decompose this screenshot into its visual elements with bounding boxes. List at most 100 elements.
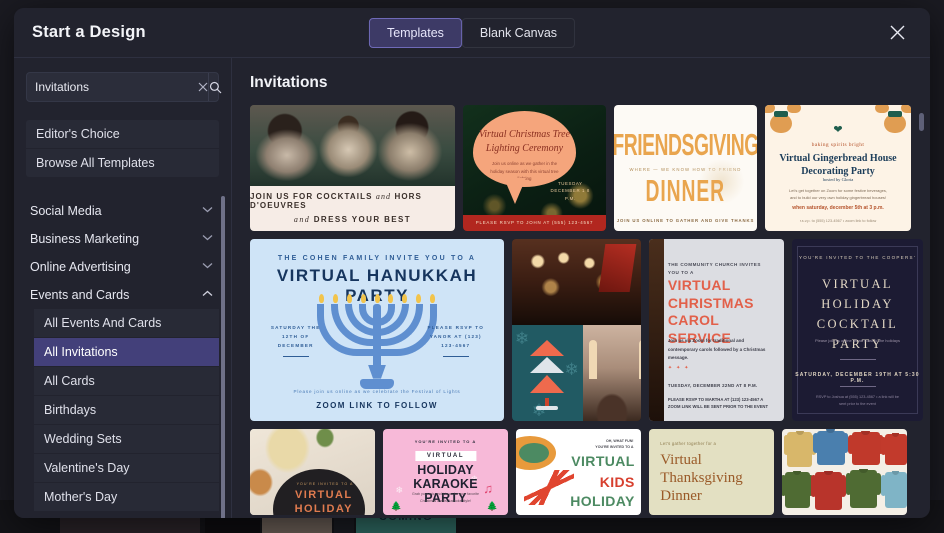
gingerbread-man-icon: [875, 105, 911, 138]
modal-header: Start a Design Templates Blank Canvas: [14, 8, 930, 58]
carol-title-2: CHRISTMAS: [667, 294, 754, 311]
template-card-holiday-cocktail-party[interactable]: YOU'RE INVITED TO THE COOPERS' VIRTUAL H…: [792, 239, 923, 421]
template-card-ugly-sweaters[interactable]: [782, 429, 907, 515]
vholiday-title-1: VIRTUAL: [295, 489, 353, 502]
heart-icon: ❤: [833, 124, 843, 137]
navy-body: Please join us online as we toast to the…: [815, 338, 900, 344]
search-icon[interactable]: [208, 73, 222, 101]
vholiday-title: VIRTUAL HOLIDAY: [278, 489, 371, 515]
sidebar-item-browse-all-templates[interactable]: Browse All Templates: [26, 149, 219, 177]
thanksgiving-title-2: Thanksgiving: [660, 469, 743, 486]
ornament-shape: [518, 442, 549, 464]
template-card-cocktails[interactable]: JOIN US FOR COCKTAILS and HORS D'OEUVRES…: [250, 105, 455, 231]
carol-title-1: VIRTUAL: [667, 277, 731, 294]
gingerbread-title-1: Virtual Gingerbread House: [779, 152, 897, 164]
close-icon[interactable]: [886, 22, 908, 44]
subcategory-list: All Events And Cards All Invitations All…: [26, 309, 219, 512]
snowflake-icon: ❄: [564, 360, 579, 380]
category-business-marketing[interactable]: Business Marketing: [26, 225, 219, 253]
template-row: THE COHEN FAMILY INVITE YOU TO A VIRTUAL…: [250, 239, 923, 421]
sidebar-item-birthdays[interactable]: Birthdays: [34, 396, 219, 425]
gingerbread-title: Virtual Gingerbread House Decorating Par…: [774, 152, 903, 178]
tree-lighting-title-1: Virtual Christmas Tree: [478, 129, 571, 141]
gingerbread-title-2: Decorating Party: [801, 165, 875, 177]
template-card-holiday-karaoke[interactable]: ❄ ❄ 🌲 🌲 YOU'RE INVITED TO A VIRTUAL HOLI…: [383, 429, 508, 515]
tree-lighting-bubble: Virtual Christmas Tree Lighting Ceremony…: [473, 111, 576, 204]
tab-blank-canvas[interactable]: Blank Canvas: [461, 17, 576, 48]
carol-dots: ✦✦✦: [667, 364, 693, 371]
sidebar-item-editors-choice[interactable]: Editor's Choice: [26, 120, 219, 149]
vholiday-title-2: HOLIDAY: [294, 502, 353, 515]
cocktails-caption: JOIN US FOR COCKTAILS and HORS D'OEUVRES…: [250, 185, 455, 231]
sidebar-item-mothers-day[interactable]: Mother's Day: [34, 483, 219, 512]
navy-title-3: COCKTAIL: [816, 316, 899, 331]
chevron-down-icon: [202, 206, 213, 216]
snowflake-icon: ❄: [531, 401, 547, 421]
sweater-icon: [782, 470, 813, 509]
hanukkah-kicker: THE COHEN FAMILY INVITE YOU TO A: [277, 255, 477, 263]
category-social-media[interactable]: Social Media: [26, 197, 219, 225]
cocktails-line2a: and: [293, 215, 311, 225]
template-card-carol-collage[interactable]: ❄ ❄ ❄: [512, 239, 641, 421]
template-card-tree-lighting[interactable]: Virtual Christmas Tree Lighting Ceremony…: [463, 105, 606, 231]
category-events-and-cards[interactable]: Events and Cards: [26, 281, 219, 309]
sidebar-item-all-cards[interactable]: All Cards: [34, 367, 219, 396]
navy-when: SATURDAY, DECEMBER 19TH AT 5:30 P.M.: [795, 371, 920, 384]
modal-body: Editor's Choice Browse All Templates Soc…: [14, 58, 930, 518]
sidebar-item-wedding-sets[interactable]: Wedding Sets: [34, 425, 219, 454]
karaoke-body: Grab your mic and join us for your favor…: [412, 492, 479, 503]
sidebar-item-valentines-day[interactable]: Valentine's Day: [34, 454, 219, 483]
tree-lighting-footer: PLEASE RSVP TO JOHN AT (555) 123-4567: [463, 214, 606, 231]
gingerbread-rsvp: r.s.v.p. to (555) 123-4567 • zoom link t…: [799, 219, 877, 224]
search-box: [26, 72, 222, 102]
cocktails-photo: [250, 105, 455, 186]
template-card-friendsgiving[interactable]: FRIENDSGIVING WHERE — WE KNOW HOW TO FRI…: [614, 105, 757, 231]
section-title: Invitations: [250, 74, 328, 91]
friendsgiving-title-2: DINNER: [645, 174, 726, 208]
choir-photo: [512, 239, 641, 325]
sidebar-item-all-invitations[interactable]: All Invitations: [34, 338, 219, 367]
thanksgiving-title: Virtual Thanksgiving Dinner: [660, 451, 764, 506]
template-row: YOU'RE INVITED TO A VIRTUAL HOLIDAY ❄ ❄ …: [250, 429, 908, 515]
template-browser: Invitations JOIN US FOR COCKTAILS and HO…: [232, 58, 930, 518]
hanukkah-note: Please join us online as we celebrate th…: [293, 388, 461, 394]
modal-tabs: Templates Blank Canvas: [368, 17, 576, 48]
tree-lighting-date: TUESDAY DECEMBER 1 8 P.M.: [550, 180, 590, 202]
navy-kicker: YOU'RE INVITED TO THE COOPERS': [799, 255, 916, 261]
category-online-advertising[interactable]: Online Advertising: [26, 253, 219, 281]
carol-body: Join us via Zoom for traditional and con…: [667, 338, 766, 361]
cocktails-line2b: DRESS YOUR BEST: [313, 215, 412, 225]
template-card-christmas-carol-service[interactable]: THE COMMUNITY CHURCH INVITES YOU TO A VI…: [649, 239, 784, 421]
category-label: Online Advertising: [30, 260, 131, 274]
template-card-kids-holiday[interactable]: OH, WHAT FUN! YOU'RE INVITED TO A VIRTUA…: [516, 429, 641, 515]
content-scrollbar[interactable]: [919, 113, 924, 131]
kids-kicker: OH, WHAT FUN! YOU'RE INVITED TO A: [595, 438, 633, 452]
gingerbread-when-label: when: [792, 204, 805, 211]
clear-search-icon[interactable]: [198, 73, 208, 101]
sidebar-scrollbar[interactable]: [221, 196, 225, 518]
template-card-virtual-holiday[interactable]: YOU'RE INVITED TO A VIRTUAL HOLIDAY: [250, 429, 375, 515]
chevron-down-icon: [202, 234, 213, 244]
template-card-gingerbread[interactable]: ❤ baking spirits bright Virtual Gingerbr…: [765, 105, 911, 231]
ray-shape: [523, 470, 574, 505]
navy-rsvp: RSVP to Joshua at (555) 123-4567 • a lin…: [816, 394, 899, 407]
sidebar: Editor's Choice Browse All Templates Soc…: [14, 58, 232, 518]
hanukkah-cta: ZOOM LINK TO FOLLOW: [316, 401, 438, 411]
tree-lighting-title-2: Lighting Ceremony: [485, 142, 564, 154]
friendsgiving-title-1: FRIENDSGIVING: [614, 128, 757, 162]
navy-title-1: VIRTUAL: [822, 276, 893, 291]
category-label: Social Media: [30, 204, 102, 218]
template-card-thanksgiving-dinner[interactable]: Let's gather together for a Virtual Than…: [649, 429, 774, 515]
start-a-design-modal: Start a Design Templates Blank Canvas In…: [14, 8, 930, 518]
kids-title-3: HOLIDAY: [570, 492, 635, 509]
search-input[interactable]: [27, 73, 198, 101]
karaoke-title-1: HOLIDAY KARAOKE: [413, 463, 478, 492]
sidebar-item-all-events-and-cards[interactable]: All Events And Cards: [34, 309, 219, 338]
sweater-icon: [810, 470, 846, 510]
menorah-icon: [317, 293, 437, 389]
kids-title-2: KIDS: [599, 473, 635, 490]
template-card-hanukkah[interactable]: THE COHEN FAMILY INVITE YOU TO A VIRTUAL…: [250, 239, 504, 421]
carol-rsvp: PLEASE RSVP TO MARTHA AT (123) 123-4567 …: [667, 396, 769, 410]
tab-templates[interactable]: Templates: [368, 17, 462, 48]
gingerbread-host: hosted by Gloria: [822, 176, 854, 182]
